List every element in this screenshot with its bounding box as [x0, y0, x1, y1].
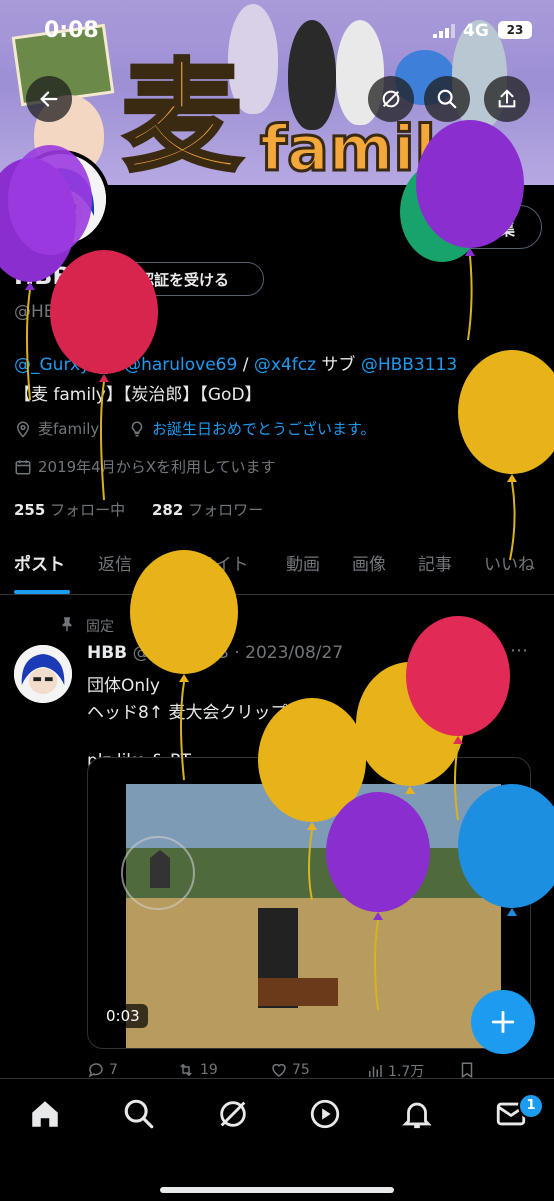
- home-icon: [32, 1101, 58, 1127]
- balloons-overlay: [0, 120, 554, 1011]
- home-indicator: [160, 1187, 394, 1193]
- nav-search[interactable]: [122, 1097, 156, 1135]
- nav-home[interactable]: [28, 1097, 62, 1135]
- bell-icon: [402, 1102, 432, 1129]
- nav-video[interactable]: [308, 1097, 342, 1135]
- balloon: [326, 792, 430, 1011]
- nav-grok[interactable]: [216, 1097, 250, 1135]
- balloon: [130, 550, 238, 781]
- search-icon: [124, 1099, 154, 1129]
- bottom-navigation: 1: [0, 1078, 554, 1201]
- grok-icon: [220, 1101, 246, 1127]
- plus-icon: [491, 1010, 515, 1034]
- balloon: [458, 350, 554, 561]
- messages-badge: 1: [518, 1093, 544, 1119]
- play-circle-icon: [310, 1099, 340, 1129]
- balloon: [8, 145, 92, 255]
- compose-post-button[interactable]: [471, 990, 535, 1054]
- nav-notifications[interactable]: [400, 1097, 434, 1135]
- balloon: [458, 784, 554, 916]
- balloon: [50, 250, 158, 501]
